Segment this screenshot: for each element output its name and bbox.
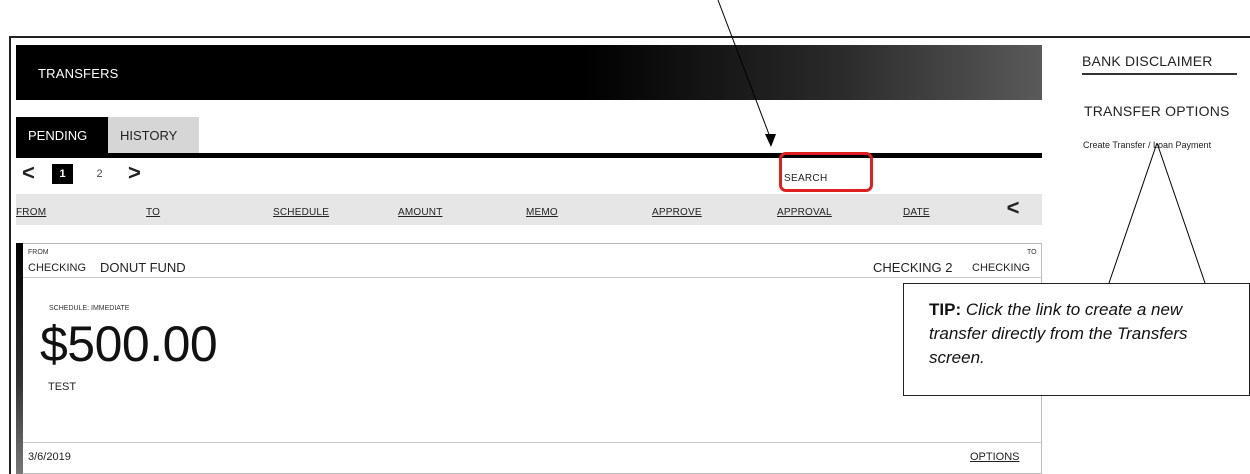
collapse-columns-icon[interactable]: < xyxy=(1000,196,1026,222)
page-title: TRANSFERS xyxy=(38,66,119,81)
pager-prev-icon[interactable]: < xyxy=(22,161,35,185)
search-button[interactable]: SEARCH xyxy=(784,173,827,184)
to-account-name: CHECKING 2 xyxy=(873,260,953,275)
column-date[interactable]: DATE xyxy=(903,207,930,218)
header-bar xyxy=(16,45,1042,100)
transfer-amount: $500.00 xyxy=(40,316,218,372)
column-schedule[interactable]: SCHEDULE xyxy=(273,207,329,218)
search-highlight xyxy=(779,152,873,192)
bank-disclaimer-link[interactable]: BANK DISCLAIMER xyxy=(1082,53,1213,69)
pager-page-1[interactable]: 1 xyxy=(52,164,73,184)
tab-history[interactable]: HISTORY xyxy=(108,117,199,154)
card-accent-strip xyxy=(16,243,23,474)
schedule-label: SCHEDULE: IMMEDIATE xyxy=(49,305,130,312)
pager-next-icon[interactable]: > xyxy=(128,161,141,185)
from-caption: FROM xyxy=(28,249,49,256)
column-approve[interactable]: APPROVE xyxy=(652,207,702,218)
transfer-memo: TEST xyxy=(48,381,77,393)
pager-page-2[interactable]: 2 xyxy=(89,164,110,184)
options-link[interactable]: OPTIONS xyxy=(970,451,1020,463)
column-from[interactable]: FROM xyxy=(16,207,46,218)
column-amount[interactable]: AMOUNT xyxy=(398,207,443,218)
card-divider-top xyxy=(23,277,1042,278)
from-account-name: DONUT FUND xyxy=(100,260,186,275)
tip-label: TIP: xyxy=(929,300,962,319)
tip-text: TIP: Click the link to create a new tran… xyxy=(929,298,1229,370)
tab-divider xyxy=(16,153,1042,158)
transfer-date: 3/6/2019 xyxy=(28,451,71,463)
create-transfer-link[interactable]: Create Transfer / Loan Payment xyxy=(1083,140,1211,150)
column-to[interactable]: TO xyxy=(146,207,160,218)
column-memo[interactable]: MEMO xyxy=(526,207,558,218)
disclaimer-underline xyxy=(1082,73,1237,75)
tab-pending[interactable]: PENDING xyxy=(16,117,108,154)
to-caption: TO xyxy=(1027,249,1037,256)
to-account-type: CHECKING xyxy=(972,262,1031,274)
card-divider-bottom xyxy=(23,442,1042,443)
transfer-options-heading: TRANSFER OPTIONS xyxy=(1084,103,1230,119)
tip-body: Click the link to create a new transfer … xyxy=(929,300,1188,367)
from-account-type: CHECKING xyxy=(28,262,87,274)
column-approval[interactable]: APPROVAL xyxy=(777,207,832,218)
